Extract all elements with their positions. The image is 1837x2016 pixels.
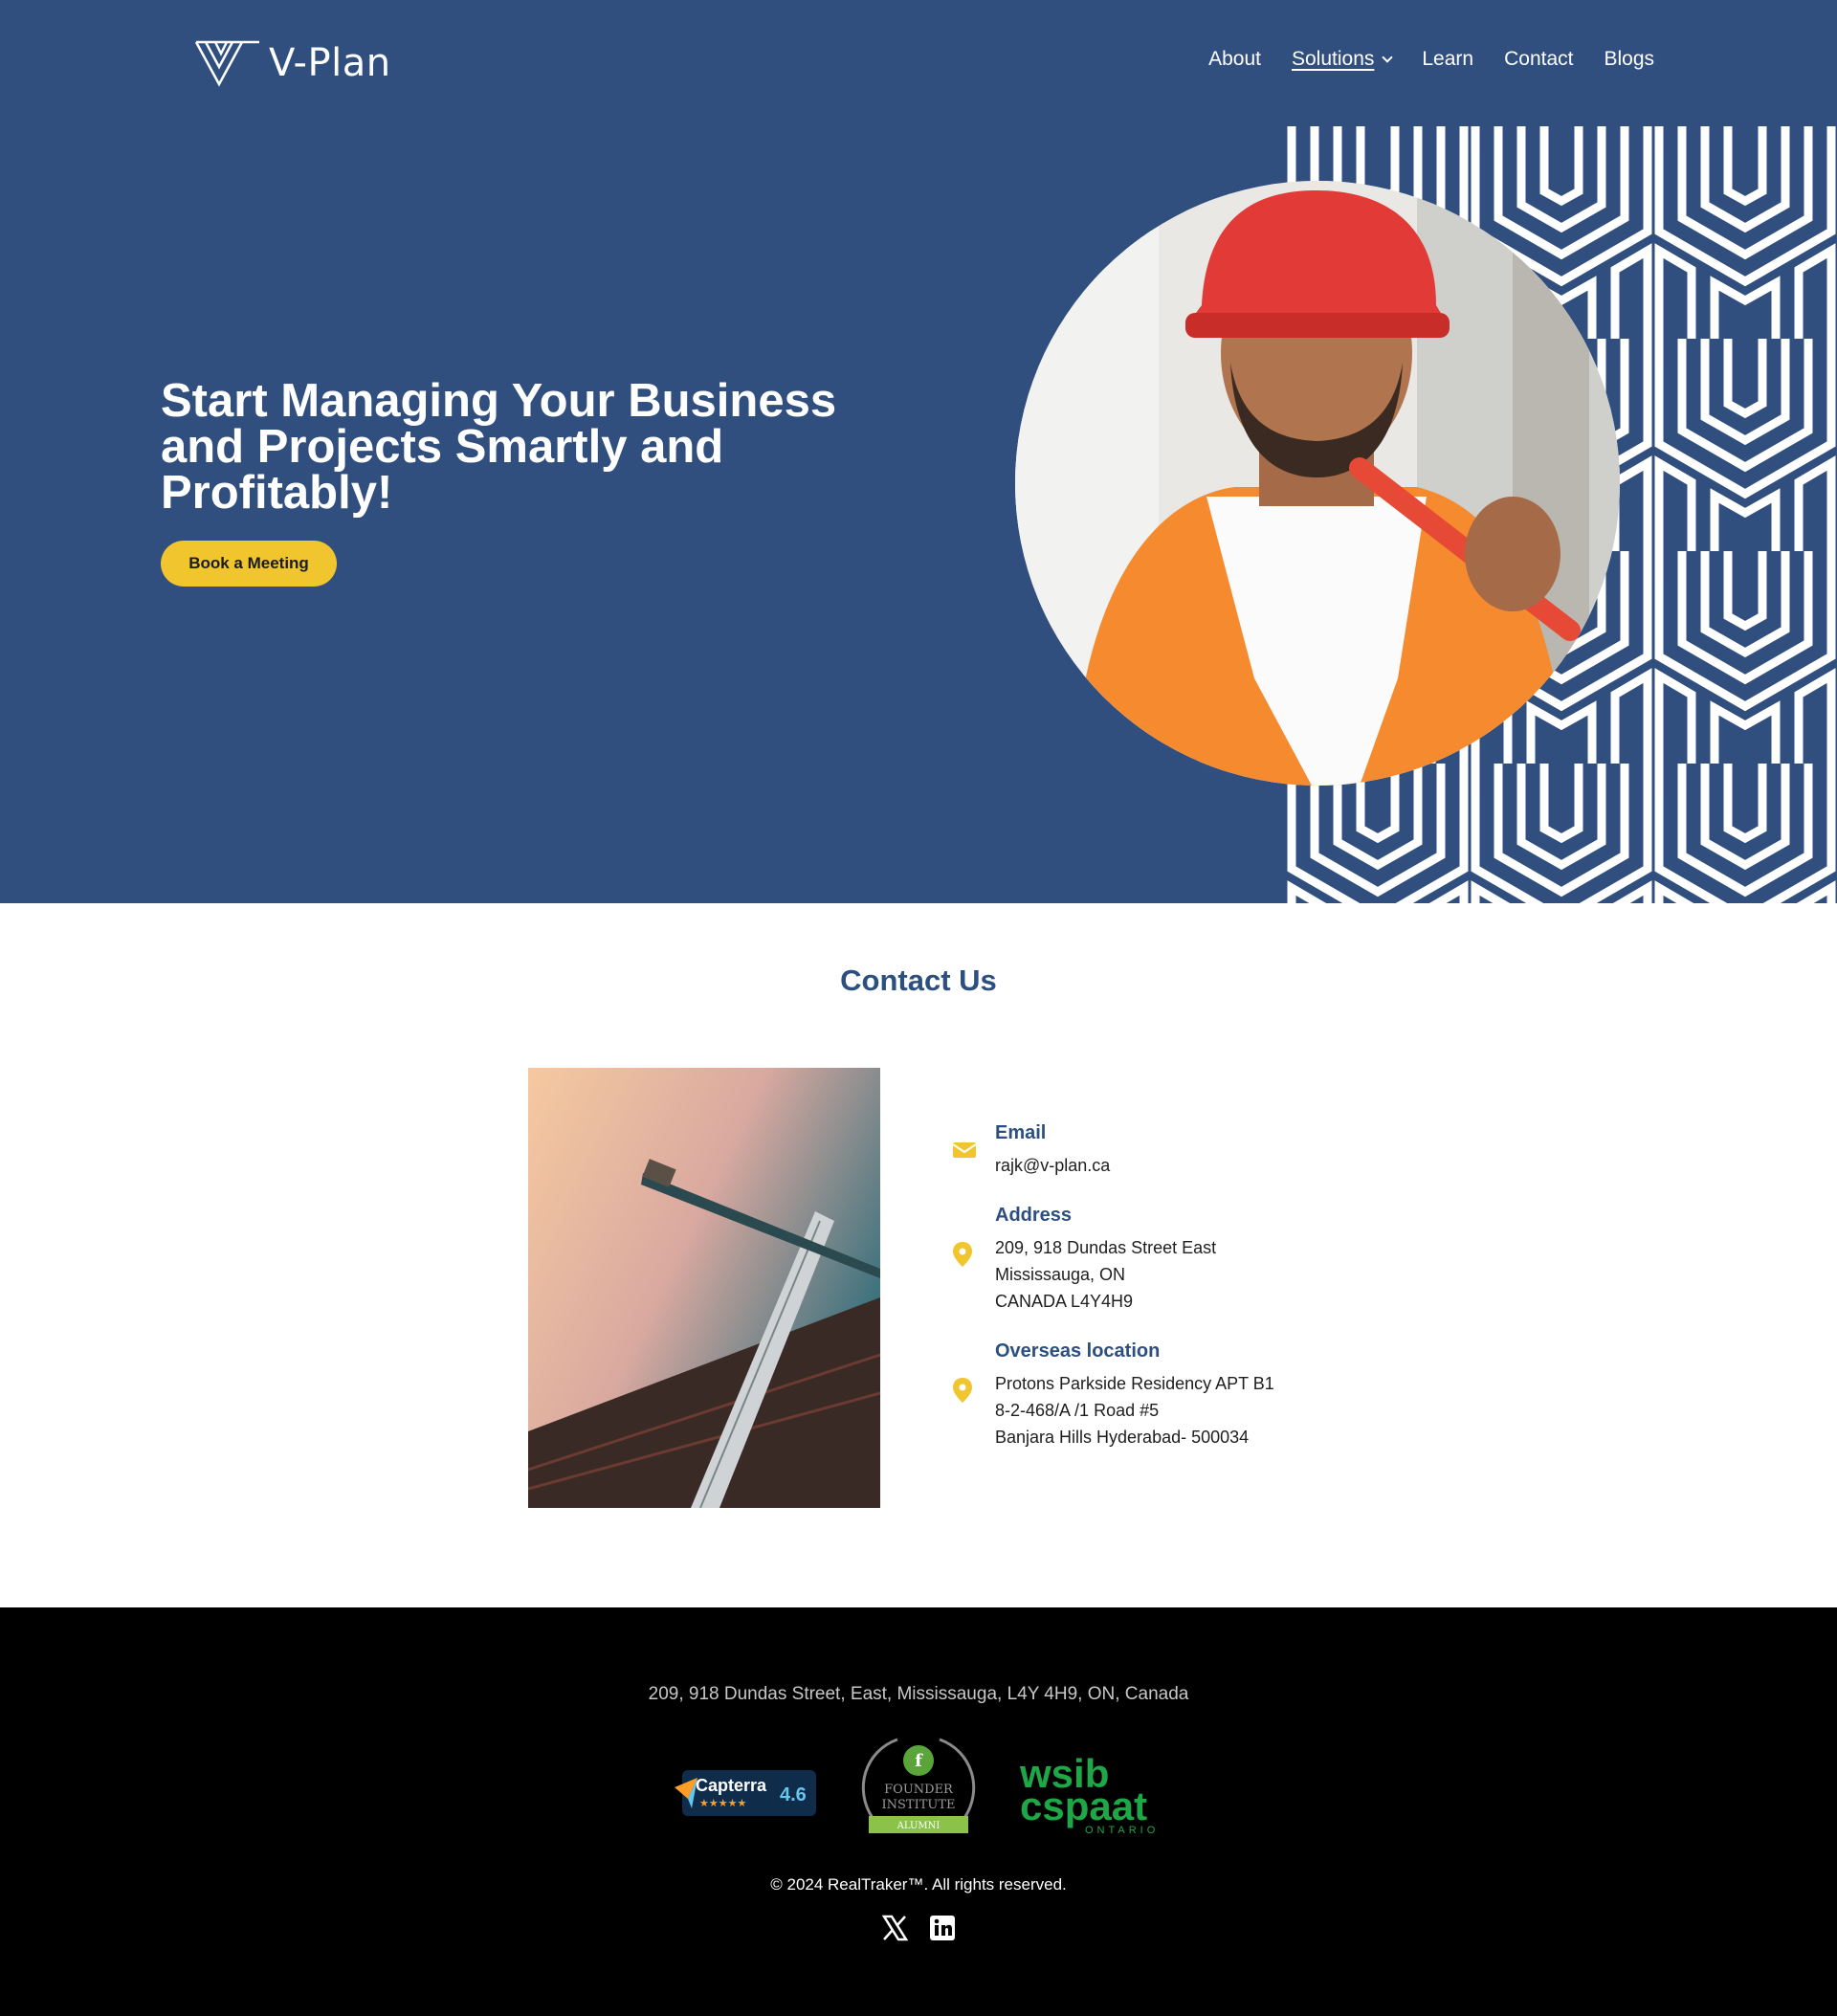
overseas-block: Overseas location Protons Parkside Resid…: [953, 1338, 1374, 1451]
footer-address: 209, 918 Dundas Street, East, Mississaug…: [648, 1684, 1189, 1704]
vplan-logo-mark: [194, 40, 259, 87]
email-label: Email: [995, 1122, 1047, 1143]
founder-ribbon: ALUMNI: [896, 1821, 941, 1831]
map-pin-icon: [953, 1378, 972, 1403]
overseas-line: Banjara Hills Hyderabad- 500034: [995, 1428, 1250, 1447]
wsib-badge[interactable]: wsib cspaat ONTARIO: [1018, 1751, 1171, 1837]
x-icon[interactable]: [880, 1914, 909, 1942]
wsib-line2: cspaat: [1020, 1783, 1147, 1828]
book-meeting-button[interactable]: Book a Meeting: [161, 541, 337, 587]
address-line: 209, 918 Dundas Street East: [995, 1238, 1217, 1257]
overseas-line: Protons Parkside Residency APT B1: [995, 1374, 1274, 1393]
nav-about-link[interactable]: About: [1208, 48, 1261, 71]
wsib-line3: ONTARIO: [1085, 1825, 1159, 1836]
address-line: CANADA L4Y4H9: [995, 1292, 1134, 1311]
hero-title: Start Managing Your Business and Project…: [161, 375, 837, 519]
founder-line1: FOUNDER: [884, 1783, 954, 1797]
founder-line2: INSTITUTE: [881, 1798, 955, 1812]
social-links: [880, 1914, 957, 1942]
svg-text:f: f: [915, 1751, 923, 1771]
crane-photo: [528, 1068, 880, 1508]
worker-photo: [1015, 181, 1620, 786]
copyright-text: © 2024 RealTraker™. All rights reserved.: [770, 1875, 1067, 1894]
vplan-logo[interactable]: V-Plan: [194, 38, 391, 88]
contact-info: Email rajk@v-plan.ca Address 209, 918 Du…: [953, 1119, 1374, 1451]
overseas-label: Overseas location: [995, 1340, 1161, 1362]
email-block: Email rajk@v-plan.ca: [953, 1119, 1374, 1179]
envelope-icon: [953, 1142, 976, 1158]
address-label: Address: [995, 1205, 1073, 1226]
map-pin-icon: [953, 1242, 972, 1267]
nav-solutions-link[interactable]: Solutions: [1292, 48, 1394, 71]
nav-learn-link[interactable]: Learn: [1422, 48, 1473, 71]
capterra-rating: 4.6: [780, 1784, 807, 1806]
capterra-badge[interactable]: Capterra ★★★★★ 4.6: [673, 1770, 816, 1816]
address-line: Mississauga, ON: [995, 1265, 1126, 1284]
nav-links: About Solutions Learn Contact Blogs: [1208, 48, 1654, 71]
overseas-line: 8-2-468/A /1 Road #5: [995, 1401, 1160, 1420]
svg-text:★★★★★: ★★★★★: [699, 1797, 746, 1809]
main-navigation: V-Plan About Solutions Learn Contact Blo…: [0, 0, 1837, 126]
contact-title: Contact Us: [840, 964, 997, 997]
nav-blogs-link[interactable]: Blogs: [1604, 48, 1654, 71]
brand-name: V-Plan: [269, 41, 391, 85]
address-block: Address 209, 918 Dundas Street East Miss…: [953, 1202, 1374, 1315]
capterra-name: Capterra: [696, 1776, 767, 1795]
chevron-down-icon: [1382, 51, 1394, 63]
linkedin-icon[interactable]: [928, 1914, 957, 1942]
site-footer: 209, 918 Dundas Street, East, Mississaug…: [0, 1607, 1837, 2016]
email-value[interactable]: rajk@v-plan.ca: [995, 1152, 1374, 1179]
founder-institute-badge[interactable]: f FOUNDER INSTITUTE ALUMNI: [850, 1732, 987, 1847]
nav-contact-link[interactable]: Contact: [1504, 48, 1573, 71]
hero-section: V-Plan About Solutions Learn Contact Blo…: [0, 0, 1837, 903]
